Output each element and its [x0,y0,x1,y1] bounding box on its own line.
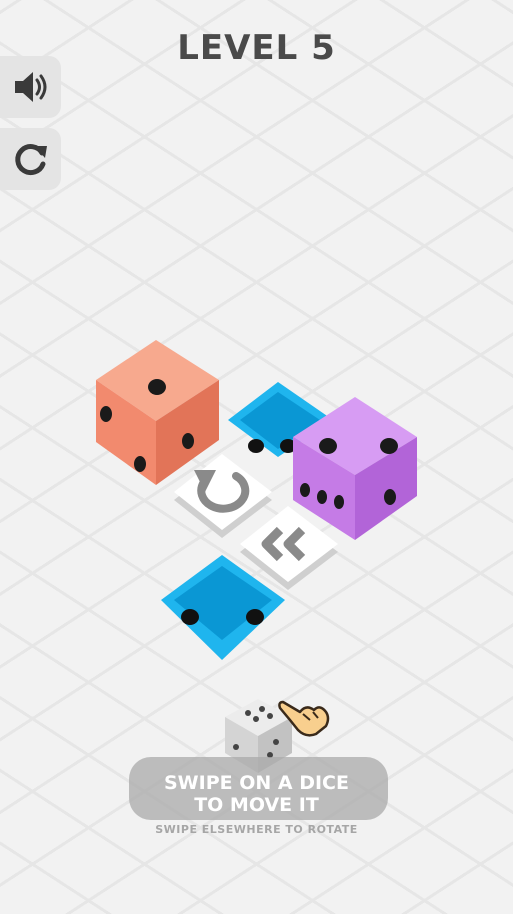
tutorial-line-1: SWIPE ON A DICE [164,772,349,794]
dice-pip [100,406,112,422]
dice-pip [334,495,344,509]
dice-pip [300,483,310,497]
dice-pip [319,438,337,454]
tutorial-line-2: TO MOVE IT [194,794,319,816]
dice-pip [384,489,396,505]
target-pip [246,609,264,625]
target-pip [181,609,199,625]
target-pip [248,439,264,453]
tutorial-subtext: SWIPE ELSEWHERE TO ROTATE [155,823,358,836]
dice-pip [148,379,166,395]
dice-pip [380,438,398,454]
dice-pip [182,433,194,449]
tutorial-text: SWIPE ON A DICE TO MOVE IT [0,772,513,816]
rotate-tile[interactable] [174,454,272,538]
dice-orange[interactable] [96,340,219,485]
dice-pip [317,490,327,504]
dice-pip [134,456,146,472]
